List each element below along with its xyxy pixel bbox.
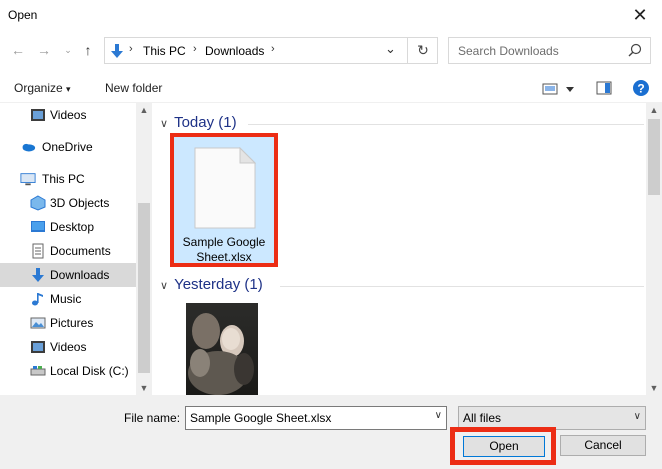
file-name-label: File name: xyxy=(124,411,181,425)
open-button-highlight: Open xyxy=(450,427,556,465)
sidebar-item-label: OneDrive xyxy=(42,140,93,154)
download-location-icon xyxy=(111,44,123,58)
group-header-today[interactable]: ∨ Today (1) xyxy=(160,114,237,131)
help-icon[interactable]: ? xyxy=(632,79,650,97)
breadcrumb-separator-icon: › xyxy=(129,43,133,55)
sidebar-item-onedrive[interactable]: OneDrive xyxy=(0,135,136,159)
sidebar-item-label: Desktop xyxy=(50,220,95,234)
cube-folder-icon xyxy=(30,195,46,211)
address-dropdown-icon[interactable]: ⌄ xyxy=(385,41,396,57)
search-icon xyxy=(628,43,642,57)
video-folder-icon xyxy=(31,109,45,121)
computer-icon xyxy=(20,173,36,186)
sidebar-item-videos[interactable]: Videos xyxy=(0,335,136,359)
file-name-value: Sample Google Sheet.xlsx xyxy=(190,411,332,425)
preview-pane-icon[interactable] xyxy=(596,81,612,95)
scroll-up-icon[interactable]: ▲ xyxy=(136,103,152,117)
title-bar: Open ✕ xyxy=(0,0,662,30)
command-bar: Organize ▾ New folder ? xyxy=(0,75,662,103)
sidebar-scroll-thumb[interactable] xyxy=(138,203,150,373)
scroll-down-icon[interactable]: ▼ xyxy=(646,381,662,395)
sidebar-item-documents[interactable]: Documents xyxy=(0,239,136,263)
image-thumbnail[interactable] xyxy=(186,303,258,395)
file-list: ∨ Today (1) Sample Google Sheet.xlsx ∨ Yes… xyxy=(154,103,644,395)
svg-text:?: ? xyxy=(637,82,644,96)
sidebar-item-label: This PC xyxy=(42,172,85,186)
address-bar[interactable]: › This PC › Downloads › ⌄ xyxy=(104,37,438,64)
sidebar-item-label: Videos xyxy=(50,108,87,122)
scroll-down-icon[interactable]: ▼ xyxy=(136,381,152,395)
sidebar-item-music[interactable]: Music xyxy=(0,287,136,311)
sidebar-item-downloads[interactable]: Downloads xyxy=(0,263,136,287)
desktop-folder-icon xyxy=(31,221,45,232)
sidebar-item-label: Documents xyxy=(50,244,111,258)
search-input[interactable]: Search Downloads xyxy=(458,44,559,58)
sidebar-item-pictures[interactable]: Pictures xyxy=(0,311,136,335)
sidebar-item-label: 3D Objects xyxy=(50,196,110,210)
sidebar-scrollbar[interactable]: ▲ ▼ xyxy=(136,103,152,395)
view-options-icon[interactable] xyxy=(542,82,576,96)
download-arrow-icon xyxy=(32,268,44,282)
picture-folder-icon xyxy=(30,317,46,329)
document-folder-icon xyxy=(32,243,44,259)
back-arrow-icon[interactable]: ← xyxy=(10,42,26,58)
blank-document-icon xyxy=(194,147,256,229)
sidebar-item-label: Local Disk (C:) xyxy=(50,364,129,378)
window-title: Open xyxy=(8,8,38,22)
recent-chevron-icon[interactable]: ⌄ xyxy=(60,42,76,58)
group-label: Yesterday (1) xyxy=(174,276,263,293)
sidebar-item-label: Music xyxy=(50,292,82,306)
sidebar-item-desktop[interactable]: Desktop xyxy=(0,215,136,239)
navigation-pane: Videos OneDrive This PC 3D Objects Deskt… xyxy=(0,103,152,395)
chevron-down-icon: ∨ xyxy=(633,411,641,422)
breadcrumb-downloads[interactable]: Downloads xyxy=(205,44,264,58)
scroll-up-icon[interactable]: ▲ xyxy=(646,103,662,117)
refresh-icon[interactable]: ↻ xyxy=(407,37,438,64)
content-scrollbar[interactable]: ▲ ▼ xyxy=(646,103,662,395)
cloud-icon xyxy=(22,143,36,152)
organize-label: Organize xyxy=(14,81,63,95)
drive-icon xyxy=(30,366,46,376)
file-name-line: Sheet.xlsx xyxy=(196,250,252,264)
group-header-yesterday[interactable]: ∨ Yesterday (1) xyxy=(160,276,263,293)
file-item-sample-google-sheet[interactable]: Sample Google Sheet.xlsx xyxy=(170,133,278,267)
sidebar-item-label: Downloads xyxy=(50,268,110,282)
sidebar-item-label: Pictures xyxy=(50,316,94,330)
sidebar-item-3d-objects[interactable]: 3D Objects xyxy=(0,191,136,215)
up-arrow-icon[interactable]: ↑ xyxy=(80,42,96,58)
video-folder-icon xyxy=(31,341,45,353)
chevron-down-icon[interactable]: ∨ xyxy=(435,410,442,421)
organize-button[interactable]: Organize ▾ xyxy=(14,81,71,95)
music-note-icon xyxy=(32,293,43,306)
breadcrumb-separator-icon: › xyxy=(193,43,197,55)
collapse-chevron-icon[interactable]: ∨ xyxy=(160,280,168,292)
forward-arrow-icon[interactable]: → xyxy=(36,42,52,58)
file-name-label: Sample Google Sheet.xlsx xyxy=(174,235,274,265)
content-scroll-thumb[interactable] xyxy=(648,119,660,195)
sidebar-item-label: Videos xyxy=(50,340,87,354)
group-divider xyxy=(280,286,644,287)
dialog-footer: File name: Sample Google Sheet.xlsx ∨ Al… xyxy=(0,395,662,469)
file-type-value: All files xyxy=(463,411,502,425)
group-label: Today (1) xyxy=(174,114,237,131)
file-name-input[interactable]: Sample Google Sheet.xlsx ∨ xyxy=(185,406,447,430)
open-button[interactable]: Open xyxy=(463,436,545,457)
file-name-line: Sample Google xyxy=(182,235,266,249)
cancel-button[interactable]: Cancel xyxy=(560,435,646,456)
sidebar-item-local-disk[interactable]: Local Disk (C:) xyxy=(0,359,136,383)
breadcrumb-this-pc[interactable]: This PC xyxy=(143,44,186,58)
close-icon[interactable]: ✕ xyxy=(628,3,652,27)
organize-dropdown-icon: ▾ xyxy=(66,84,71,94)
search-box[interactable]: Search Downloads xyxy=(448,37,651,64)
group-divider xyxy=(248,124,644,125)
sidebar-item-this-pc[interactable]: This PC xyxy=(0,167,136,191)
sidebar-item-videos-top[interactable]: Videos xyxy=(0,103,136,127)
collapse-chevron-icon[interactable]: ∨ xyxy=(160,118,168,130)
new-folder-button[interactable]: New folder xyxy=(105,81,162,95)
breadcrumb-separator-icon: › xyxy=(271,43,275,55)
